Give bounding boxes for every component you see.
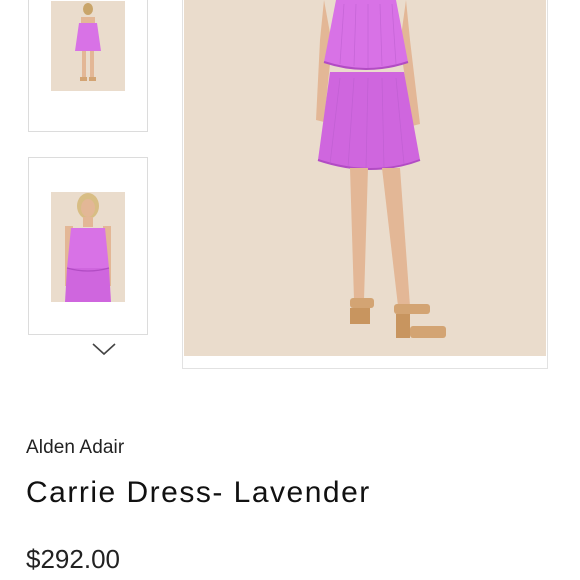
product-title: Carrie Dress- Lavender [26,476,371,509]
chevron-down-icon[interactable] [91,341,117,357]
main-product-image[interactable] [184,0,546,356]
main-image-frame [182,0,548,369]
product-price: $292.00 [26,544,120,574]
thumbnail-2-image [51,192,125,302]
thumbnail-1[interactable] [28,0,148,132]
thumbnail-2[interactable] [28,157,148,335]
thumbnail-1-image [51,1,125,91]
brand-name[interactable]: Alden Adair [26,437,124,459]
